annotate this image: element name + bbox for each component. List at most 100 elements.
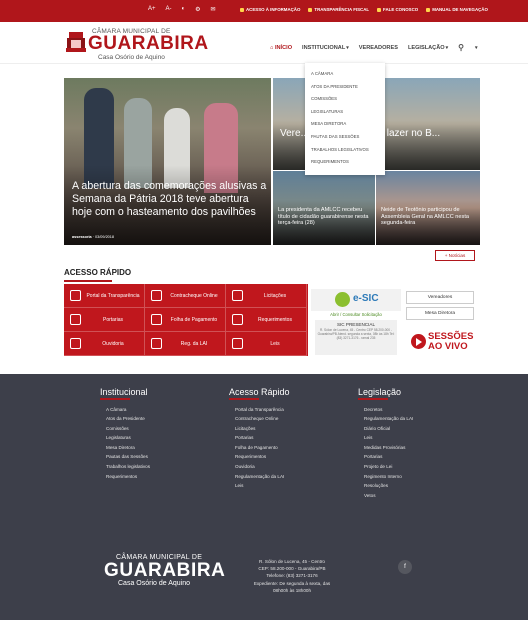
- footer-link[interactable]: Regulamentação da LAI: [358, 416, 413, 426]
- footer-link[interactable]: Ouvidoria: [229, 464, 290, 474]
- esic-solicitation-link[interactable]: Abrir / Consultar Solicitação: [311, 312, 401, 317]
- footer-link[interactable]: Portarias: [229, 435, 290, 445]
- footer-link[interactable]: Licitações: [229, 426, 290, 436]
- logo-main-text[interactable]: GUARABIRA: [88, 33, 209, 55]
- law-icon: [232, 338, 243, 349]
- footer-link[interactable]: Projeto de Lei: [358, 464, 413, 474]
- payroll-icon: [151, 314, 162, 325]
- footer-link[interactable]: Mesa Diretora: [100, 445, 150, 455]
- quick-link-folha-pagamento[interactable]: Folha de Pagamento: [145, 308, 226, 332]
- dropdown-item-legislaturas[interactable]: LEGISLATURAS: [305, 106, 385, 119]
- top-link-manual-navegacao[interactable]: MANUAL DE NAVEGAÇÃO: [426, 7, 488, 12]
- footer-link[interactable]: Requerimentos: [100, 474, 150, 484]
- search-icon[interactable]: ⚲: [458, 43, 464, 52]
- sic-presencial-details: R. Sólon de Lucena, 45 - Centro CEP 58.2…: [317, 328, 395, 340]
- quick-link-requerimentos[interactable]: Requerimentos: [226, 308, 307, 332]
- top-link-acesso-informacao[interactable]: ACESSO À INFORMAÇÃO: [240, 7, 300, 12]
- dropdown-item-trabalhos[interactable]: TRABALHOS LEGISLATIVOS: [305, 144, 385, 157]
- esic-name: e-SIC: [353, 293, 379, 304]
- title-underline: [358, 398, 388, 400]
- mesa-diretora-button[interactable]: Mesa Diretora: [406, 307, 474, 320]
- facebook-icon[interactable]: f: [398, 560, 412, 574]
- footer: Institucional A Câmara Atos da President…: [0, 374, 528, 620]
- quick-link-ouvidoria[interactable]: Ouvidoria: [64, 332, 145, 356]
- dropdown-item-camara[interactable]: A CÂMARA: [305, 68, 385, 81]
- more-news-button[interactable]: + Notícias: [435, 250, 475, 261]
- footer-col-title: Acesso Rápido: [229, 387, 290, 397]
- quick-link-contracheque[interactable]: Contracheque Online: [145, 284, 226, 308]
- font-decrease-icon[interactable]: A-: [166, 6, 172, 13]
- footer-link-list: A Câmara Atos da Presidente Comissões Le…: [100, 407, 150, 484]
- headset-icon: [70, 338, 81, 349]
- dropdown-item-mesa[interactable]: MESA DIRETORA: [305, 118, 385, 131]
- footer-link[interactable]: Folha de Pagamento: [229, 445, 290, 455]
- footer-link[interactable]: Regimento Interno: [358, 474, 413, 484]
- hero-bottom-right-news[interactable]: Neide de Teotônio participou de Assemble…: [376, 171, 480, 245]
- mail-icon[interactable]: ✉: [211, 6, 216, 13]
- hero-main-news[interactable]: A abertura das comemorações alusivas a S…: [64, 78, 271, 245]
- footer-link[interactable]: Trabalhos legislativos: [100, 464, 150, 474]
- accessibility-tools: A+ A- ◐ ⚙ ✉: [148, 6, 216, 13]
- footer-link[interactable]: Diário Oficial: [358, 426, 413, 436]
- footer-link[interactable]: Contracheque Online: [229, 416, 290, 426]
- gavel-icon: [232, 290, 243, 301]
- footer-link[interactable]: Regulamentação da LAI: [229, 474, 290, 484]
- footer-link[interactable]: Leis: [229, 483, 290, 493]
- footer-logo-main: GUARABIRA: [104, 560, 226, 581]
- footer-address: R. Sólon de Lucena, 45 - Centro CEP: 58.…: [253, 559, 331, 593]
- phone-icon: [377, 7, 382, 12]
- settings-icon[interactable]: ⚙: [195, 6, 200, 13]
- contrast-icon[interactable]: ◐: [182, 6, 186, 13]
- sessoes-ao-vivo-button[interactable]: SESSÕES AO VIVO: [406, 329, 476, 355]
- title-underline: [100, 398, 130, 400]
- dropdown-item-comissoes[interactable]: COMISSÕES: [305, 93, 385, 106]
- footer-col-institucional: Institucional A Câmara Atos da President…: [100, 387, 150, 483]
- footer-link[interactable]: Medidas Provisórias: [358, 445, 413, 455]
- nav-legislacao[interactable]: LEGISLAÇÃO▾: [408, 45, 448, 51]
- acesso-rapido-grid: Portal da Transparência Contracheque Onl…: [64, 284, 308, 356]
- title-underline: [229, 398, 259, 400]
- footer-link[interactable]: Portarias: [358, 454, 413, 464]
- footer-link[interactable]: Legislaturas: [100, 435, 150, 445]
- dropdown-item-pautas[interactable]: PAUTAS DAS SESSÕES: [305, 131, 385, 144]
- book-icon: [426, 7, 431, 12]
- footer-link[interactable]: Decretos: [358, 407, 413, 417]
- top-link-fale-conosco[interactable]: FALE CONOSCO: [377, 7, 418, 12]
- logo-subtitle: Casa Osório de Aquino: [98, 54, 165, 61]
- footer-link[interactable]: Resoluções: [358, 483, 413, 493]
- footer-link[interactable]: A Câmara: [100, 407, 150, 417]
- chevron-down-icon: ▾: [346, 44, 349, 51]
- nav-vereadores[interactable]: VEREADORES: [359, 45, 398, 51]
- hero-main-title[interactable]: A abertura das comemorações alusivas a S…: [72, 180, 267, 219]
- document-icon: [70, 314, 81, 325]
- quick-link-licitacoes[interactable]: Licitações: [226, 284, 307, 308]
- top-link-transparencia-fiscal[interactable]: TRANSPARÊNCIA FISCAL: [308, 7, 369, 12]
- footer-link[interactable]: Vetos: [358, 493, 413, 503]
- sessoes-ao-vivo-label: SESSÕES AO VIVO: [428, 331, 474, 352]
- hero-bottom-left-title[interactable]: La presidenta da AMLCC recebeu título de…: [278, 207, 374, 227]
- chevron-down-icon[interactable]: ▾: [475, 45, 478, 51]
- esic-logo-icon: [335, 292, 350, 307]
- footer-link[interactable]: Leis: [358, 435, 413, 445]
- footer-link-list: Decretos Regulamentação da LAI Diário Of…: [358, 407, 413, 503]
- footer-link[interactable]: Requerimentos: [229, 454, 290, 464]
- hero-bottom-right-title[interactable]: Neide de Teotônio participou de Assemble…: [381, 207, 477, 227]
- hero-bottom-left-news[interactable]: La presidenta da AMLCC recebeu título de…: [273, 171, 375, 245]
- font-increase-icon[interactable]: A+: [148, 6, 156, 13]
- esic-panel[interactable]: e-SIC Abrir / Consultar Solicitação SIC …: [311, 289, 401, 357]
- footer-link[interactable]: Atos da Presidente: [100, 416, 150, 426]
- quick-link-portarias[interactable]: Portarias: [64, 308, 145, 332]
- footer-link[interactable]: Pautas das Sessões: [100, 454, 150, 464]
- coat-of-arms-icon[interactable]: [66, 30, 86, 54]
- footer-col-title: Legislação: [358, 387, 402, 397]
- nav-inicio[interactable]: ⌂ INÍCIO: [270, 45, 292, 51]
- nav-institucional[interactable]: INSTITUCIONAL▾: [302, 45, 349, 51]
- dropdown-item-atos[interactable]: ATOS DA PRESIDENTE: [305, 81, 385, 94]
- footer-link[interactable]: Portal da Transparência: [229, 407, 290, 417]
- quick-link-reg-lai[interactable]: Reg. da LAI: [145, 332, 226, 356]
- dropdown-item-requerimentos[interactable]: REQUERIMENTOS: [305, 156, 385, 169]
- quick-link-leis[interactable]: Leis: [226, 332, 307, 356]
- footer-link[interactable]: Comissões: [100, 426, 150, 436]
- quick-link-portal-transparencia[interactable]: Portal da Transparência: [64, 284, 145, 308]
- vereadores-button[interactable]: Vereadores: [406, 291, 474, 304]
